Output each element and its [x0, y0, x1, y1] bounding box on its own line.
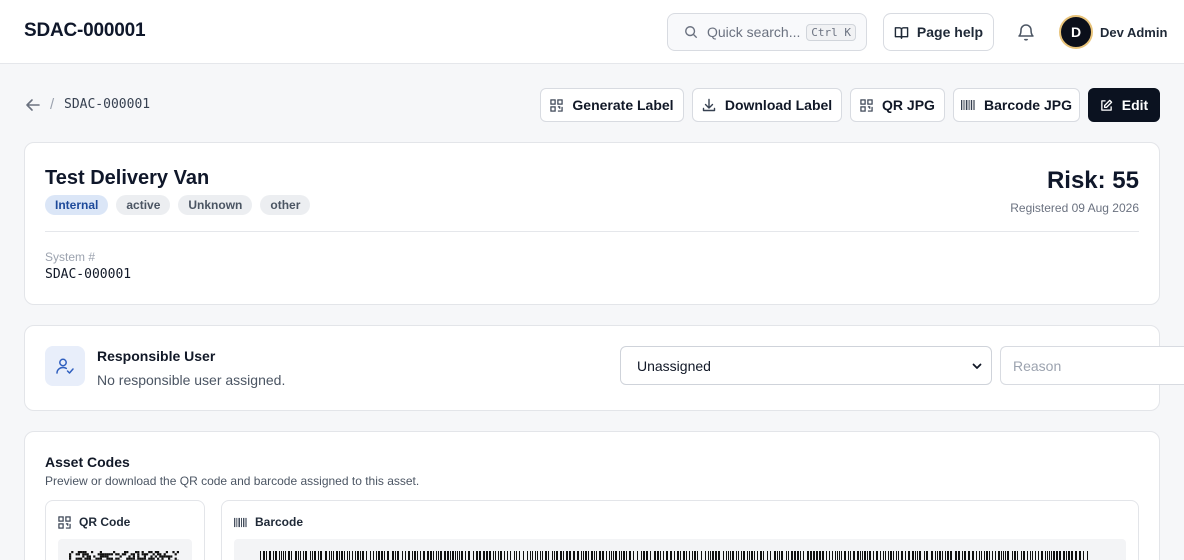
- edit-text: Edit: [1121, 97, 1149, 113]
- qr-jpg-button[interactable]: QR JPG: [850, 88, 945, 122]
- reason-input[interactable]: [1000, 346, 1184, 385]
- qr-icon: [860, 98, 873, 112]
- qr-code-preview: [58, 539, 192, 560]
- qr-code-heading-text: QR Code: [79, 515, 131, 529]
- generate-label-button[interactable]: Generate Label: [540, 88, 684, 122]
- responsible-user-subtitle: No responsible user assigned.: [97, 372, 286, 388]
- risk-score: Risk: 55: [1046, 167, 1139, 194]
- top-bar: SDAC-000001 Quick search... Ctrl K Page …: [0, 0, 1184, 64]
- page-title: SDAC-000001: [24, 20, 146, 41]
- badge-condition: Unknown: [178, 195, 253, 215]
- barcode-preview: [234, 539, 1126, 560]
- qr-code-image: [69, 551, 179, 560]
- breadcrumb-separator: /: [50, 96, 55, 113]
- responsible-user-card: Responsible User No responsible user ass…: [24, 325, 1160, 411]
- chevron-down-icon: [972, 363, 982, 369]
- barcode-panel: Barcode: [221, 500, 1139, 560]
- divider: [45, 231, 1139, 232]
- page-help-label: Page help: [916, 24, 984, 40]
- qr-code-panel: QR Code: [45, 500, 205, 560]
- search-icon: [685, 26, 698, 39]
- download-icon: [702, 98, 716, 112]
- system-number-label: System #: [45, 250, 96, 264]
- badge-status: active: [116, 195, 171, 215]
- edit-icon: [1100, 99, 1113, 111]
- qr-icon: [550, 98, 564, 112]
- badge-category: other: [260, 195, 311, 215]
- responsible-user-select-value: Unassigned: [637, 357, 711, 374]
- system-number-value: SDAC-000001: [45, 267, 132, 282]
- download-label-text: Download Label: [724, 97, 833, 113]
- badge-ownership: Internal: [45, 195, 109, 215]
- asset-codes-title: Asset Codes: [45, 454, 130, 470]
- barcode-icon: [961, 100, 975, 110]
- responsible-user-select[interactable]: Unassigned: [620, 346, 992, 385]
- asset-codes-subtitle: Preview or download the QR code and barc…: [45, 474, 420, 488]
- user-check-icon: [56, 358, 74, 374]
- breadcrumb-current: SDAC-000001: [64, 97, 151, 112]
- qr-code-heading: QR Code: [58, 515, 130, 529]
- edit-button[interactable]: Edit: [1088, 88, 1160, 122]
- barcode-icon: [234, 517, 247, 527]
- barcode-image: [260, 551, 1088, 560]
- bell-icon[interactable]: [1016, 22, 1036, 42]
- qr-icon: [58, 515, 71, 529]
- asset-codes-card: Asset Codes Preview or download the QR c…: [24, 431, 1160, 560]
- download-label-button[interactable]: Download Label: [692, 88, 842, 122]
- asset-summary-card: Test Delivery Van Internal active Unknow…: [24, 142, 1160, 305]
- book-icon: [894, 26, 909, 39]
- asset-badges: Internal active Unknown other: [45, 195, 311, 215]
- barcode-jpg-text: Barcode JPG: [984, 97, 1072, 113]
- responsible-user-icon-box: [45, 346, 85, 386]
- avatar[interactable]: D: [1059, 15, 1093, 49]
- qr-jpg-text: QR JPG: [882, 97, 935, 113]
- quick-search-placeholder: Quick search...: [707, 24, 801, 40]
- page-help-button[interactable]: Page help: [883, 13, 994, 51]
- barcode-jpg-button[interactable]: Barcode JPG: [953, 88, 1080, 122]
- registered-date: Registered 09 Aug 2026: [1010, 201, 1139, 215]
- barcode-heading: Barcode: [234, 515, 303, 529]
- responsible-user-title: Responsible User: [97, 348, 216, 364]
- asset-name: Test Delivery Van: [45, 167, 210, 189]
- keyboard-shortcut: Ctrl K: [806, 23, 856, 41]
- generate-label-text: Generate Label: [572, 97, 674, 113]
- back-arrow-icon[interactable]: [25, 97, 41, 113]
- barcode-heading-text: Barcode: [255, 515, 304, 529]
- user-name[interactable]: Dev Admin: [1100, 25, 1167, 40]
- quick-search[interactable]: Quick search... Ctrl K: [667, 13, 867, 51]
